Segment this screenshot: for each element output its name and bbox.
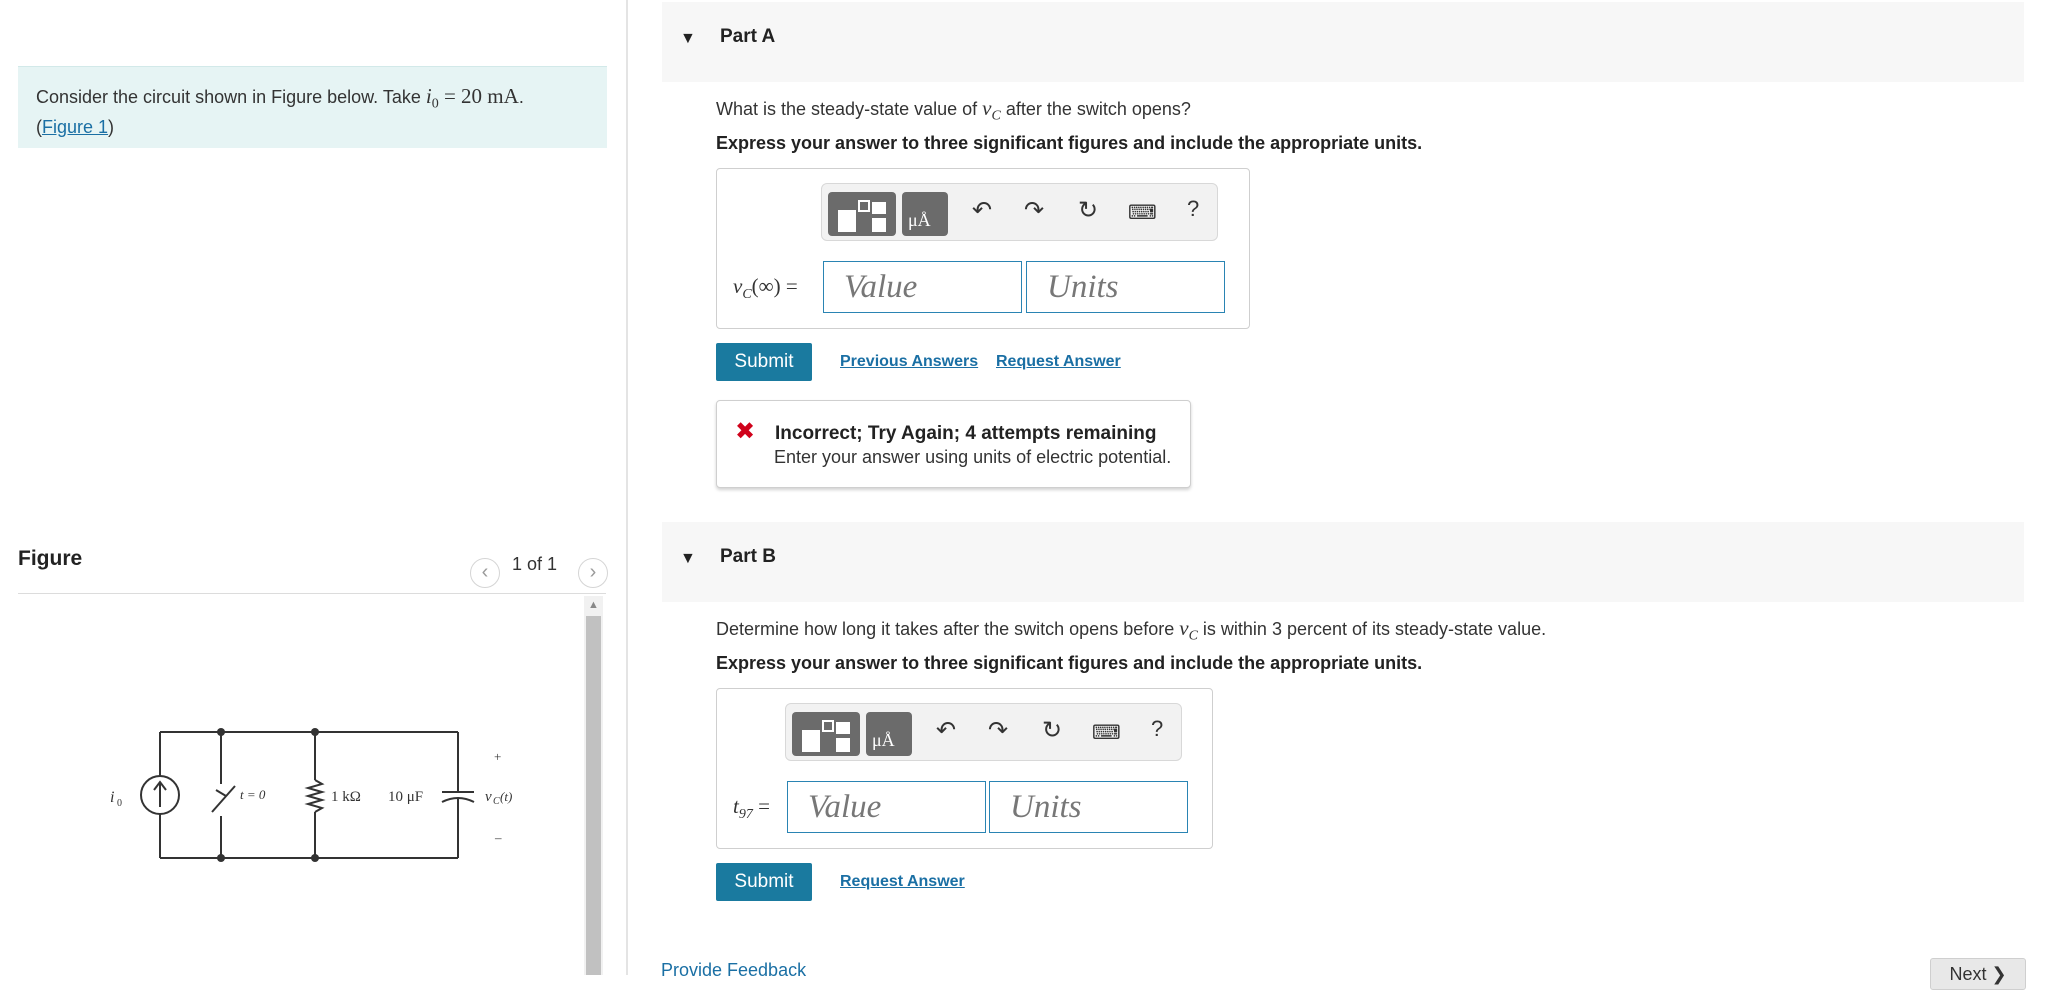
intro-paren-close: ) — [108, 116, 115, 137]
help-icon[interactable]: ? — [1187, 196, 1199, 222]
part-b-question-sub: C — [1188, 628, 1198, 644]
part-a-instruction: Express your answer to three significant… — [716, 133, 1423, 153]
units-icon[interactable]: μÅ — [902, 192, 948, 236]
undo-icon[interactable]: ↶ — [936, 716, 956, 745]
part-b-answer-box: μÅ ↶ ↷ ↻ ⌨ ? t97 = Value Units — [716, 688, 1213, 849]
reset-icon[interactable]: ↻ — [1078, 196, 1098, 225]
part-a-question-sub: C — [991, 108, 1001, 124]
part-a-value-input[interactable]: Value — [823, 261, 1022, 313]
part-a-variable-label: vC(∞) = — [733, 274, 798, 303]
part-b-question-end: is within 3 percent of its steady-state … — [1197, 619, 1547, 639]
help-icon[interactable]: ? — [1151, 716, 1163, 742]
problem-intro: Consider the circuit shown in Figure bel… — [18, 66, 607, 148]
part-b-question-text: Determine how long it takes after the sw… — [716, 619, 1180, 639]
figure-prev-button[interactable]: ‹ — [470, 558, 500, 588]
vc-label-sub: C — [493, 796, 500, 807]
part-b-title: Part B — [720, 546, 776, 567]
figure-next-button[interactable]: › — [578, 558, 608, 588]
units-icon-glyph: μÅ — [872, 730, 895, 750]
part-a-var-rest: (∞) = — [751, 274, 798, 298]
part-a-var-sub: C — [742, 287, 752, 302]
units-icon[interactable]: μÅ — [866, 712, 912, 756]
part-b-math-toolbar: μÅ ↶ ↷ ↻ ⌨ ? — [785, 703, 1182, 761]
templates-icon[interactable] — [828, 192, 896, 236]
scroll-up-arrow-icon[interactable]: ▲ — [584, 596, 603, 614]
circuit-diagram: i 0 t = 0 1 kΩ 10 μF v C (t) + – — [110, 728, 512, 862]
figure-divider — [18, 593, 606, 594]
reset-icon[interactable]: ↻ — [1042, 716, 1062, 745]
provide-feedback-link[interactable]: Provide Feedback — [661, 960, 806, 981]
source-label: i — [110, 789, 114, 806]
part-b-header[interactable]: ▼ Part B — [662, 522, 2024, 602]
figure-scrollbar-thumb[interactable] — [586, 616, 601, 975]
part-a-var: v — [733, 274, 743, 298]
figure-count: 1 of 1 — [512, 554, 558, 574]
templates-icon[interactable] — [792, 712, 860, 756]
problem-panel: Consider the circuit shown in Figure bel… — [0, 0, 626, 975]
capacitor-label: 10 μF — [388, 789, 423, 805]
part-a-question: What is the steady-state value of vC aft… — [716, 96, 1191, 125]
caret-down-icon[interactable]: ▼ — [680, 30, 696, 48]
keyboard-icon[interactable]: ⌨ — [1128, 200, 1157, 225]
vc-plus: + — [494, 749, 501, 764]
previous-answers-link[interactable]: Previous Answers — [840, 353, 978, 371]
redo-icon[interactable]: ↷ — [988, 716, 1008, 745]
part-b-variable-label: t97 = — [733, 794, 770, 823]
caret-down-icon[interactable]: ▼ — [680, 550, 696, 568]
units-icon-glyph: μÅ — [908, 210, 931, 230]
part-b-var-rest: = — [752, 794, 770, 818]
undo-icon[interactable]: ↶ — [972, 196, 992, 225]
part-a-submit-button[interactable]: Submit — [716, 343, 812, 381]
chevron-right-icon: › — [589, 561, 597, 583]
next-button[interactable]: Next ❯ — [1930, 958, 2026, 990]
close-x-icon: ✖ — [735, 418, 756, 445]
part-a-question-end: after the switch opens? — [1000, 99, 1191, 119]
intro-math-eq: = 20 mA — [438, 84, 519, 108]
part-a-units-input[interactable]: Units — [1026, 261, 1225, 313]
part-a-question-text: What is the steady-state value of — [716, 99, 983, 119]
part-b-question: Determine how long it takes after the sw… — [716, 616, 1546, 645]
part-a-math-toolbar: μÅ ↶ ↷ ↻ ⌨ ? — [821, 183, 1218, 241]
vc-label: v — [485, 789, 492, 805]
part-b-var-sub: 97 — [738, 807, 753, 822]
part-b-request-answer-link[interactable]: Request Answer — [840, 873, 965, 891]
part-b-instruction: Express your answer to three significant… — [716, 653, 1423, 673]
switch-label: t = 0 — [240, 787, 266, 802]
resistor-label: 1 kΩ — [331, 789, 361, 805]
part-b-question-var: v — [1179, 616, 1189, 640]
keyboard-icon[interactable]: ⌨ — [1092, 720, 1121, 745]
column-divider — [626, 0, 628, 975]
vc-minus: – — [494, 830, 502, 845]
intro-period: . — [518, 87, 524, 107]
chevron-left-icon: ‹ — [481, 561, 489, 583]
vc-label-paren: (t) — [500, 789, 512, 804]
part-a-title: Part A — [720, 26, 776, 47]
figure-link[interactable]: Figure 1 — [42, 117, 108, 137]
intro-text: Consider the circuit shown in Figure bel… — [36, 87, 426, 107]
part-a-answer-box: μÅ ↶ ↷ ↻ ⌨ ? vC(∞) = Value Units — [716, 168, 1250, 329]
source-label-sub: 0 — [117, 798, 122, 809]
part-b-units-input[interactable]: Units — [989, 781, 1188, 833]
feedback-title: Incorrect; Try Again; 4 attempts remaini… — [775, 423, 1157, 444]
part-a-feedback: ✖ Incorrect; Try Again; 4 attempts remai… — [716, 400, 1191, 488]
part-a-header[interactable]: ▼ Part A — [662, 2, 2024, 82]
figure-title: Figure — [18, 547, 83, 570]
part-b-value-input[interactable]: Value — [787, 781, 986, 833]
redo-icon[interactable]: ↷ — [1024, 196, 1044, 225]
part-b-submit-button[interactable]: Submit — [716, 863, 812, 901]
feedback-message: Enter your answer using units of electri… — [774, 447, 1172, 467]
part-a-request-answer-link[interactable]: Request Answer — [996, 353, 1121, 371]
intro-math-sub: 0 — [431, 96, 439, 112]
